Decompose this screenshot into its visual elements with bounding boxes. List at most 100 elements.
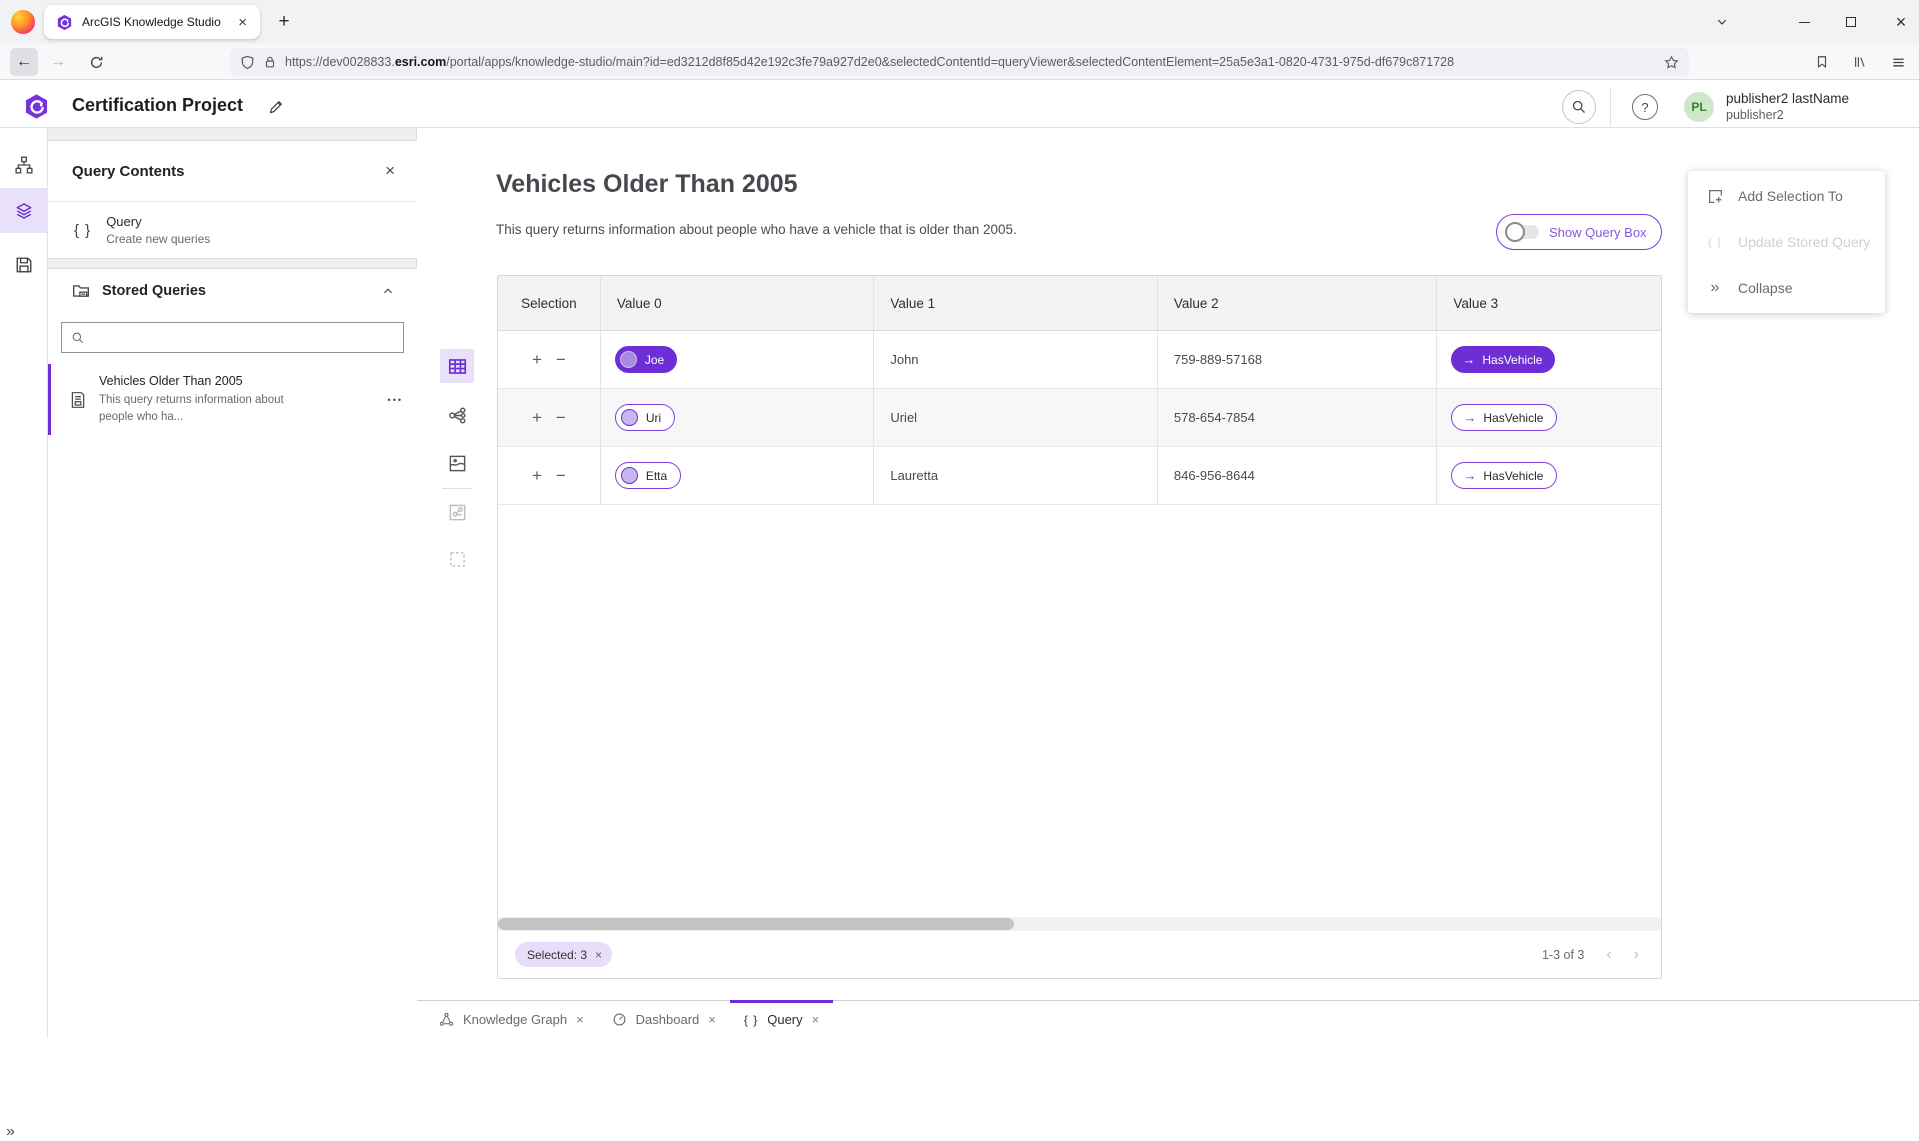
tab-close-icon[interactable]: ×	[235, 14, 250, 31]
url-bar[interactable]: https://dev0028833.esri.com/portal/apps/…	[230, 48, 1689, 76]
expand-plus-icon[interactable]: +	[532, 409, 542, 426]
arrow-right-icon: →	[1463, 468, 1476, 483]
new-tab-button[interactable]: +	[270, 8, 298, 36]
table-view-button[interactable]	[440, 349, 474, 383]
panel-close-icon[interactable]: ×	[385, 161, 395, 181]
stored-queries-search[interactable]	[61, 322, 404, 353]
tab-close-icon[interactable]: ×	[812, 1012, 820, 1027]
column-header[interactable]: Selection	[498, 276, 601, 330]
window-minimize-button[interactable]	[1788, 6, 1820, 38]
shield-icon[interactable]	[240, 55, 255, 70]
relationship-pill[interactable]: → HasVehicle	[1451, 462, 1557, 489]
table-header-row: Selection Value 0 Value 1 Value 2 Value …	[498, 276, 1661, 331]
selected-count-chip[interactable]: Selected: 3 ×	[515, 942, 612, 967]
column-header[interactable]: Value 3	[1437, 276, 1661, 330]
window-maximize-button[interactable]	[1835, 6, 1867, 38]
tab-query[interactable]: { } Query ×	[730, 1001, 833, 1038]
query-contents-panel: Query Contents × { } Query Create new qu…	[48, 128, 417, 1038]
toggle-switch[interactable]	[1507, 225, 1539, 239]
table-row[interactable]: + − Etta Lauretta 846-956-8644 → HasVehi…	[498, 447, 1661, 505]
user-name: publisher2 lastName	[1726, 91, 1849, 106]
add-selection-icon	[1707, 188, 1724, 205]
stored-query-item[interactable]: Vehicles Older Than 2005 This query retu…	[48, 364, 417, 435]
table-row[interactable]: + − Joe John 759-889-57168 → HasVehicle	[498, 331, 1661, 389]
collapse-minus-icon[interactable]: −	[556, 467, 566, 484]
column-header[interactable]: Value 2	[1158, 276, 1438, 330]
tab-dashboard[interactable]: Dashboard ×	[598, 1001, 730, 1038]
cell-value: 759-889-57168	[1174, 352, 1262, 367]
map-icon	[448, 454, 467, 473]
help-button[interactable]: ?	[1632, 94, 1658, 120]
show-query-box-toggle[interactable]: Show Query Box	[1496, 214, 1662, 250]
query-item-title: Query	[106, 214, 210, 229]
menu-item-add-selection-to[interactable]: Add Selection To	[1688, 173, 1885, 219]
header-search-button[interactable]	[1562, 90, 1596, 124]
braces-icon: { }	[74, 222, 91, 239]
reload-icon	[89, 55, 104, 70]
avatar[interactable]: PL	[1684, 92, 1714, 122]
column-header[interactable]: Value 0	[601, 276, 875, 330]
tab-close-icon[interactable]: ×	[708, 1012, 716, 1027]
menu-icon[interactable]	[1884, 48, 1912, 76]
tab-close-icon[interactable]: ×	[576, 1012, 584, 1027]
rail-data-model-button[interactable]	[0, 142, 48, 187]
forward-button[interactable]: →	[44, 48, 72, 76]
table-row[interactable]: + − Uri Uriel 578-654-7854 → HasVehicle	[498, 389, 1661, 447]
browser-nav-bar: ← → https://dev0028833.esri.com/portal/a…	[0, 44, 1919, 80]
save-icon	[15, 256, 33, 274]
bookmark-star-icon[interactable]	[1664, 55, 1679, 70]
double-chevron-icon: »	[1711, 279, 1720, 297]
expand-plus-icon[interactable]: +	[532, 467, 542, 484]
page-next-icon[interactable]: ›	[1634, 946, 1639, 964]
query-contents-card: Query Contents × { } Query Create new qu…	[48, 140, 417, 259]
stored-query-title: Vehicles Older Than 2005	[99, 374, 376, 388]
stored-queries-header[interactable]: Stored Queries	[48, 269, 417, 313]
chevron-up-icon[interactable]	[381, 284, 395, 298]
expand-plus-icon[interactable]: +	[532, 351, 542, 368]
pocket-icon[interactable]	[1808, 48, 1836, 76]
browser-tab-strip: ArcGIS Knowledge Studio × + ×	[0, 0, 1919, 44]
entity-pill[interactable]: Uri	[615, 404, 675, 431]
column-header[interactable]: Value 1	[874, 276, 1158, 330]
horizontal-scrollbar[interactable]	[498, 917, 1661, 931]
item-options-icon[interactable]: •••	[388, 395, 403, 405]
collapse-minus-icon[interactable]: −	[556, 409, 566, 426]
query-item-subtitle: Create new queries	[106, 232, 210, 246]
expand-panel-icon[interactable]: »	[6, 1123, 15, 1141]
menu-item-collapse[interactable]: » Collapse	[1688, 265, 1885, 311]
cell-value: Lauretta	[890, 468, 938, 483]
collapse-minus-icon[interactable]: −	[556, 351, 566, 368]
edit-pencil-icon[interactable]	[268, 99, 284, 115]
panel-title: Query Contents	[72, 163, 385, 180]
left-rail: »	[0, 128, 48, 1038]
link-chart-button[interactable]	[440, 398, 474, 432]
stored-queries-card: Stored Queries Vehicles Older Than 2005 …	[48, 268, 417, 1038]
scrollbar-thumb[interactable]	[498, 918, 1014, 930]
lock-icon[interactable]	[263, 55, 277, 69]
rail-save-button[interactable]	[0, 242, 48, 287]
rail-layers-button[interactable]	[0, 188, 48, 233]
braces-icon: { }	[1708, 235, 1722, 249]
firefox-icon[interactable]	[11, 10, 35, 34]
entity-dot-icon	[620, 351, 637, 368]
window-close-button[interactable]: ×	[1885, 6, 1917, 38]
page-previous-icon[interactable]: ‹	[1606, 946, 1611, 964]
app-header	[0, 80, 1919, 128]
reload-button[interactable]	[82, 48, 110, 76]
library-icon[interactable]	[1846, 48, 1874, 76]
cell-value: 846-956-8644	[1174, 468, 1255, 483]
map-view-button[interactable]	[440, 446, 474, 480]
query-item[interactable]: { } Query Create new queries	[48, 202, 417, 258]
search-input[interactable]	[92, 331, 394, 345]
arrow-right-icon: →	[1462, 352, 1475, 367]
list-tabs-icon[interactable]	[1706, 6, 1738, 38]
tab-knowledge-graph[interactable]: Knowledge Graph ×	[425, 1001, 598, 1038]
relationship-pill[interactable]: → HasVehicle	[1451, 404, 1557, 431]
browser-tab[interactable]: ArcGIS Knowledge Studio ×	[44, 5, 260, 39]
back-button[interactable]: ←	[10, 48, 38, 76]
clear-selection-icon[interactable]: ×	[595, 948, 602, 962]
stored-query-icon	[69, 391, 87, 409]
entity-pill[interactable]: Joe	[615, 346, 677, 373]
relationship-pill[interactable]: → HasVehicle	[1451, 346, 1555, 373]
entity-pill[interactable]: Etta	[615, 462, 681, 489]
